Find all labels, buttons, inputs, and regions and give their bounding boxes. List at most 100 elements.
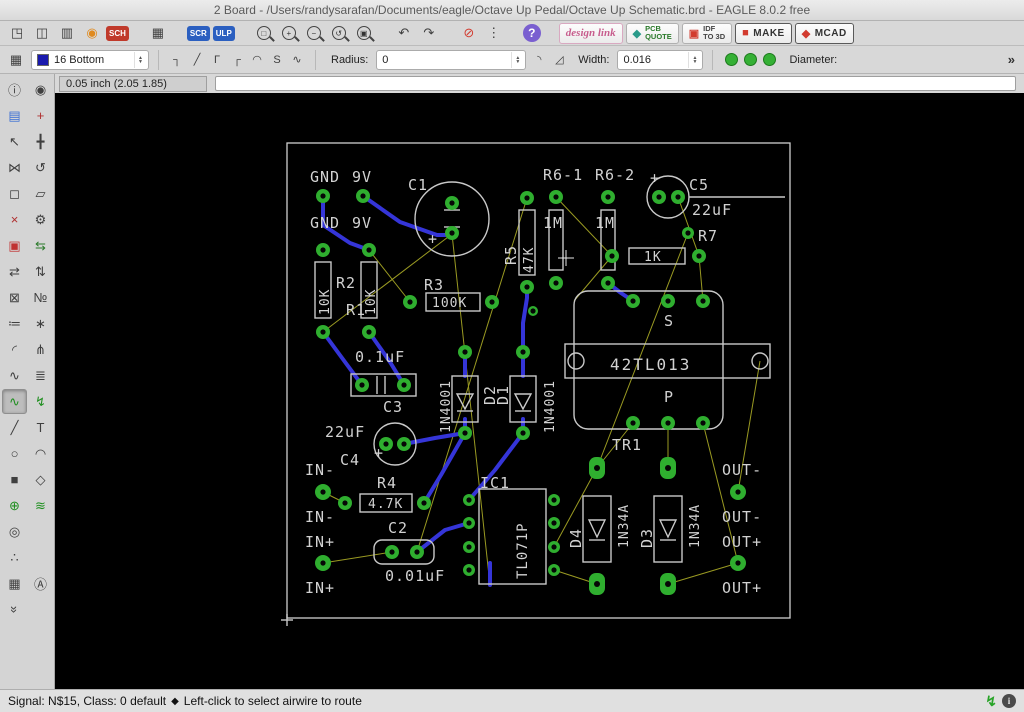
more-options-button[interactable]: ⋮	[483, 23, 505, 43]
silkscreen-label: +	[374, 444, 384, 462]
arc-tool-icon: ◠	[34, 445, 47, 461]
zoom-redraw-button[interactable]: ↺	[328, 23, 350, 43]
delete-tool[interactable]: ×	[2, 207, 27, 232]
name-tool[interactable]: №	[28, 285, 53, 310]
zoom-out-button[interactable]: −	[303, 23, 325, 43]
grid-button[interactable]: ▦	[5, 50, 27, 70]
pinswap-tool[interactable]: ⇆	[28, 233, 53, 258]
bend-style-corner[interactable]: ┌	[228, 51, 246, 69]
magnifier-icon: +	[281, 26, 296, 40]
miter-round-button[interactable]: ◝	[530, 51, 548, 69]
zoom-in-button[interactable]: +	[278, 23, 300, 43]
notification-icon[interactable]: i	[1002, 694, 1016, 708]
group-tool[interactable]: ◻	[2, 181, 27, 206]
zoom-fit-button[interactable]: □	[253, 23, 275, 43]
rect-tool[interactable]: ■	[2, 467, 27, 492]
layer-select[interactable]: 16 Bottom	[31, 49, 149, 70]
command-input[interactable]	[215, 76, 1016, 91]
expand-tools[interactable]: »	[2, 597, 27, 622]
arc-tool[interactable]: ◠	[28, 441, 53, 466]
save-button[interactable]: ◫	[31, 23, 53, 43]
miter-tool[interactable]: ◜	[2, 337, 27, 362]
silkscreen-label: TL071P	[515, 522, 531, 579]
route-tool[interactable]: ∿	[2, 389, 27, 414]
mcad-button-icon: ◆	[801, 27, 811, 40]
run-script-button[interactable]: SCR	[186, 25, 210, 41]
polygon-tool[interactable]: ◇	[28, 467, 53, 492]
show-tool[interactable]: ◉	[28, 77, 53, 102]
drill-hole	[401, 441, 407, 447]
signal-tool[interactable]: ≋	[28, 493, 53, 518]
open-button[interactable]: ◳	[6, 23, 28, 43]
board-canvas[interactable]: GND 9V C1 R6-1 R6-2 C5 22uF GND 9V 1M 1M R7 1K R5 47K 1…	[55, 93, 1024, 689]
diode-symbol	[658, 519, 678, 539]
pcb-quote-button[interactable]: ◆ PCB QUOTE	[625, 22, 679, 44]
drc-tool[interactable]: ▦	[2, 571, 27, 596]
silkscreen-label: 22uF	[325, 423, 365, 441]
bend-style-s[interactable]: S	[268, 51, 286, 69]
bend-style-90-down[interactable]: Γ	[208, 51, 226, 69]
copy-tool[interactable]: ▱	[28, 181, 53, 206]
info-tool[interactable]: ⓘ	[2, 77, 27, 102]
diode-symbol	[587, 519, 607, 539]
stop-button[interactable]: ⊘	[458, 23, 480, 43]
mcad-button[interactable]: ◆ MCAD	[794, 22, 854, 44]
lock-tool[interactable]: ⊠	[2, 285, 27, 310]
drill-hole	[630, 420, 636, 426]
display-layers-tool[interactable]: ▤	[2, 103, 27, 128]
magnifier-icon: ↺	[331, 26, 346, 40]
change-tool[interactable]: ⚙	[28, 207, 53, 232]
zoom-select-button[interactable]: ▣	[353, 23, 375, 43]
mirror-tool[interactable]: ⋈	[2, 155, 27, 180]
move-tool[interactable]: ╋	[28, 129, 53, 154]
radius-select[interactable]: 0	[376, 49, 527, 70]
ratsnest-tool[interactable]: ∴	[2, 545, 27, 570]
via-tool[interactable]: ⊕	[2, 493, 27, 518]
circle-tool[interactable]: ○	[2, 441, 27, 466]
text-tool[interactable]: T	[28, 415, 53, 440]
via-shape-round-button[interactable]	[725, 53, 739, 66]
make-button[interactable]: ■ MAKE	[735, 22, 792, 44]
gateswap-tool[interactable]: ⇅	[28, 259, 53, 284]
bend-style-90-up[interactable]: ┐	[168, 51, 186, 69]
split-tool[interactable]: ⋔	[28, 337, 53, 362]
bend-style-arc[interactable]: ◠	[248, 51, 266, 69]
align-tool[interactable]: ≣	[28, 363, 53, 388]
value-tool[interactable]: ≔	[2, 311, 27, 336]
ripup-tool[interactable]: ↯	[28, 389, 53, 414]
miter-straight-button[interactable]: ◿	[550, 51, 568, 69]
paste-tool[interactable]: ▣	[2, 233, 27, 258]
undo-button[interactable]: ↶	[393, 23, 415, 43]
via-shape-octagon-button[interactable]	[744, 53, 758, 66]
replace-tool[interactable]: ⇄	[2, 259, 27, 284]
run-ulp-button[interactable]: ULP	[212, 25, 235, 41]
switch-to-schematic-button[interactable]: SCH	[106, 25, 129, 41]
select-tool[interactable]: ↖	[2, 129, 27, 154]
pcb-drawing[interactable]: GND 9V C1 R6-1 R6-2 C5 22uF GND 9V 1M 1M R7 1K R5 47K 1…	[55, 93, 1024, 689]
lightning-icon[interactable]: ↯	[985, 693, 997, 710]
hole-tool[interactable]: ◎	[2, 519, 27, 544]
toolbar-overflow-chevron[interactable]: »	[1008, 52, 1019, 67]
cam-processor-button[interactable]: ◉	[81, 23, 103, 43]
mark-tool[interactable]: +	[28, 103, 53, 128]
design-manager-button[interactable]: ▦	[147, 23, 169, 43]
print-button[interactable]: ▥	[56, 23, 78, 43]
meander-tool[interactable]: ∿	[2, 363, 27, 388]
drill-hole	[524, 284, 530, 290]
wire-tool[interactable]: ╱	[2, 415, 27, 440]
drill-hole	[594, 581, 600, 587]
silkscreen-label: C4	[340, 451, 360, 469]
help-button[interactable]: ?	[522, 24, 541, 42]
bend-style-freehand[interactable]: ∿	[288, 51, 306, 69]
bend-style-diagonal[interactable]: ╱	[188, 51, 206, 69]
smash-tool[interactable]: ∗	[28, 311, 53, 336]
idf-to-3d-button[interactable]: ▣ IDF TO 3D	[681, 22, 733, 44]
redo-button[interactable]: ↷	[418, 23, 440, 43]
rotate-tool[interactable]: ↺	[28, 155, 53, 180]
drill-hole	[530, 308, 536, 314]
width-select[interactable]: 0.016	[617, 49, 704, 70]
via-shape-square-button[interactable]	[763, 53, 777, 66]
design-link-button[interactable]: design link	[558, 22, 623, 44]
errors-tool[interactable]: Ⓐ	[28, 571, 53, 596]
silkscreen-label: 9V	[352, 168, 372, 186]
